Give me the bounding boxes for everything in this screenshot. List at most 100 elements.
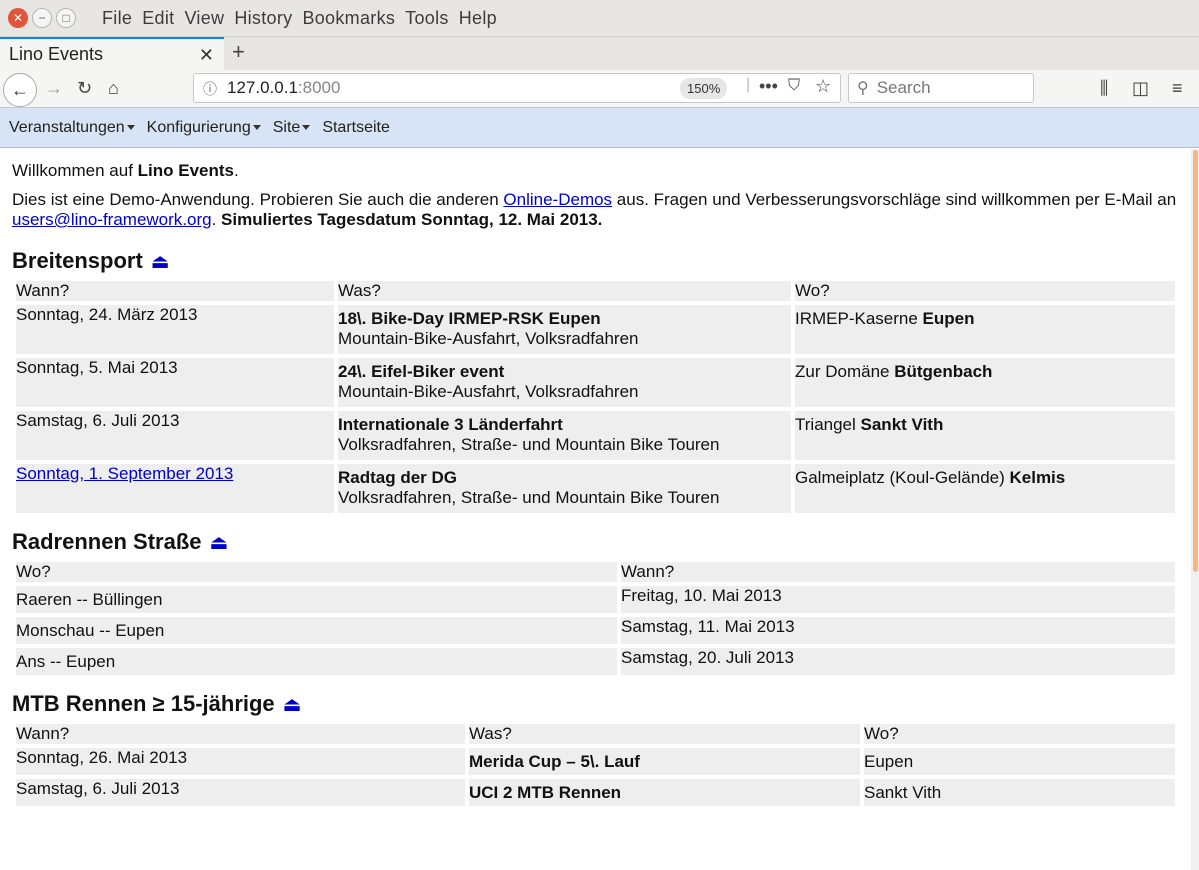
column-header: Was?	[469, 724, 860, 744]
cell-when: Sonntag, 5. Mai 2013	[16, 358, 334, 407]
table-row: Monschau -- Eupen Samstag, 11. Mai 2013	[16, 617, 1175, 644]
window-titlebar: ✕ − □ File Edit View History Bookmarks T…	[0, 0, 1199, 37]
table-header-row: Wo? Wann?	[16, 562, 1175, 582]
table-header-row: Wann? Was? Wo?	[16, 724, 1175, 744]
table-row: Raeren -- Büllingen Freitag, 10. Mai 201…	[16, 586, 1175, 613]
column-header: Wann?	[16, 281, 334, 301]
menu-konfigurierung[interactable]: Konfigurierung	[147, 119, 261, 137]
intro-paragraph: Dies ist eine Demo-Anwendung. Probieren …	[12, 190, 1177, 229]
table-row: Sonntag, 26. Mai 2013 Merida Cup – 5\. L…	[16, 748, 1175, 775]
reload-icon[interactable]: ↻	[77, 78, 92, 99]
cell-where: Monschau -- Eupen	[16, 617, 617, 644]
section-title-mtb: MTB Rennen ≥ 15-jährige ⏏	[12, 691, 302, 717]
cell-when: Freitag, 10. Mai 2013	[621, 586, 1175, 613]
cell-when: Samstag, 20. Juli 2013	[621, 648, 1175, 675]
column-header: Wo?	[795, 281, 1175, 301]
cell-where: Raeren -- Büllingen	[16, 586, 617, 613]
page-content: Willkommen auf Lino Events. Dies ist ein…	[0, 149, 1199, 870]
column-header: Wann?	[16, 724, 465, 744]
cell-where: Zur Domäne Bütgenbach	[795, 358, 1175, 407]
online-demos-link[interactable]: Online-Demos	[503, 190, 612, 209]
menu-tools[interactable]: Tools	[405, 8, 449, 29]
table-row: Sonntag, 1. September 2013 Radtag der DG…	[16, 464, 1175, 513]
url-bar[interactable]: ⓘ 127.0.0.1:8000 150% | ••• ⛉ ☆	[193, 73, 841, 103]
app-name: Lino Events	[137, 161, 234, 180]
eject-icon[interactable]: ⏏	[283, 692, 302, 717]
page-actions-icon[interactable]: •••	[759, 76, 778, 97]
menu-veranstaltungen[interactable]: Veranstaltungen	[9, 119, 135, 137]
scrollbar-thumb[interactable]	[1193, 150, 1198, 572]
menu-file[interactable]: File	[102, 8, 132, 29]
url-port: :8000	[297, 78, 341, 97]
home-icon[interactable]: ⌂	[108, 78, 119, 99]
menu-history[interactable]: History	[234, 8, 292, 29]
table-row: Sonntag, 24. März 2013 18\. Bike-Day IRM…	[16, 305, 1175, 354]
menu-view[interactable]: View	[184, 8, 224, 29]
welcome-line: Willkommen auf Lino Events.	[12, 161, 239, 180]
chevron-down-icon	[252, 125, 261, 130]
cell-what: Merida Cup – 5\. Lauf	[469, 748, 860, 775]
cell-what: Radtag der DG Volksradfahren, Straße- und…	[338, 464, 791, 513]
cell-when: Sonntag, 26. Mai 2013	[16, 748, 465, 775]
forward-icon[interactable]: →	[45, 78, 63, 99]
cell-where: Triangel Sankt Vith	[795, 411, 1175, 460]
column-header: Wann?	[621, 562, 1175, 582]
section-title-radrennen: Radrennen Straße ⏏	[12, 529, 229, 555]
cell-what: UCI 2 MTB Rennen	[469, 779, 860, 806]
table-header-row: Wann? Was? Wo?	[16, 281, 1175, 301]
window-close-icon[interactable]: ✕	[8, 8, 28, 28]
cell-where: Eupen	[864, 748, 1175, 775]
window-maximize-icon[interactable]: □	[56, 8, 76, 28]
column-header: Was?	[338, 281, 791, 301]
table-row: Sonntag, 5. Mai 2013 24\. Eifel-Biker ev…	[16, 358, 1175, 407]
hamburger-menu-icon[interactable]: ≡	[1172, 78, 1183, 99]
eject-icon[interactable]: ⏏	[210, 530, 229, 555]
search-input[interactable]: ⚲ Search	[848, 73, 1034, 103]
email-link[interactable]: users@lino-framework.org	[12, 210, 212, 229]
back-icon[interactable]: ←	[3, 73, 37, 107]
chevron-down-icon	[302, 125, 311, 130]
cell-where: Galmeiplatz (Koul-Gelände) Kelmis	[795, 464, 1175, 513]
tab-close-icon[interactable]: ✕	[199, 45, 214, 66]
cell-when: Samstag, 6. Juli 2013	[16, 411, 334, 460]
pocket-icon[interactable]: ⛉	[788, 77, 800, 95]
url-host: 127.0.0.1	[227, 78, 298, 97]
cell-when: Sonntag, 24. März 2013	[16, 305, 334, 354]
cell-what: 24\. Eifel-Biker event Mountain-Bike-Ausf…	[338, 358, 791, 407]
eject-icon[interactable]: ⏏	[151, 249, 170, 274]
tab-title: Lino Events	[9, 44, 104, 64]
mtb-table: Wann? Was? Wo? Sonntag, 26. Mai 2013 Mer…	[12, 720, 1179, 810]
cell-when: Samstag, 6. Juli 2013	[16, 779, 465, 806]
menu-help[interactable]: Help	[459, 8, 497, 29]
zoom-indicator[interactable]: 150%	[680, 78, 728, 99]
cell-where: Ans -- Eupen	[16, 648, 617, 675]
section-title-breitensport: Breitensport ⏏	[12, 248, 170, 274]
tab-strip: Lino Events ✕ +	[0, 37, 1199, 70]
menu-bookmarks[interactable]: Bookmarks	[302, 8, 395, 29]
simulated-date: Simuliertes Tagesdatum Sonntag, 12. Mai …	[221, 210, 603, 229]
table-row: Ans -- Eupen Samstag, 20. Juli 2013	[16, 648, 1175, 675]
cell-what: 18\. Bike-Day IRMEP-RSK Eupen Mountain-Bi…	[338, 305, 791, 354]
column-header: Wo?	[864, 724, 1175, 744]
site-info-icon[interactable]: ⓘ	[203, 79, 217, 99]
cell-where: IRMEP-Kaserne Eupen	[795, 305, 1175, 354]
search-placeholder: Search	[876, 78, 931, 97]
search-icon: ⚲	[857, 80, 869, 97]
lino-menubar: Veranstaltungen Konfigurierung Site Star…	[0, 108, 1199, 148]
bookmark-star-icon[interactable]: ☆	[815, 76, 831, 97]
new-tab-icon[interactable]: +	[232, 39, 245, 65]
event-date-link[interactable]: Sonntag, 1. September 2013	[16, 464, 233, 483]
menu-edit[interactable]: Edit	[142, 8, 174, 29]
urlbar-divider: |	[746, 76, 751, 93]
menu-startseite[interactable]: Startseite	[322, 119, 390, 137]
cell-when: Samstag, 11. Mai 2013	[621, 617, 1175, 644]
sidebar-icon[interactable]: ◫	[1132, 78, 1149, 99]
tab-lino-events[interactable]: Lino Events ✕	[0, 37, 224, 70]
library-icon[interactable]: ⫼	[1100, 78, 1108, 99]
breitensport-table: Wann? Was? Wo? Sonntag, 24. März 2013 18…	[12, 277, 1179, 517]
table-row: Samstag, 6. Juli 2013 Internationale 3 L…	[16, 411, 1175, 460]
window-minimize-icon[interactable]: −	[32, 8, 52, 28]
column-header: Wo?	[16, 562, 617, 582]
menu-site[interactable]: Site	[273, 119, 311, 137]
radrennen-table: Wo? Wann? Raeren -- Büllingen Freitag, 1…	[12, 558, 1179, 679]
